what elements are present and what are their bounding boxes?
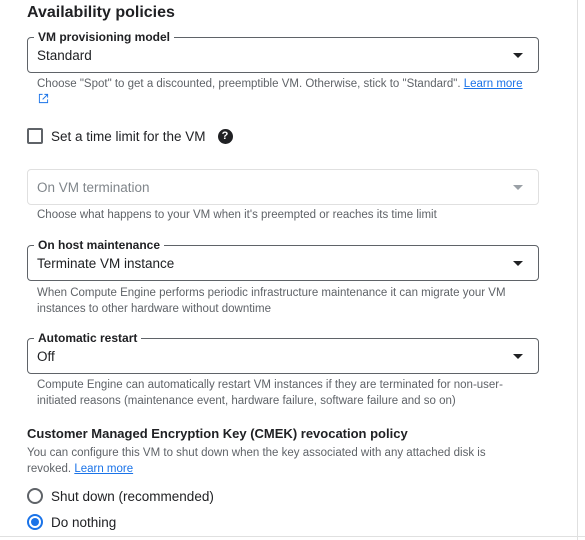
radio-shut-down[interactable]: Shut down (recommended) bbox=[27, 486, 214, 506]
radio-label: Shut down (recommended) bbox=[51, 488, 214, 504]
auto-restart-select[interactable]: Automatic restart Off bbox=[27, 330, 539, 374]
dropdown-arrow-icon bbox=[513, 354, 523, 359]
auto-restart-hint: Compute Engine can automatically restart… bbox=[37, 379, 503, 407]
termination-value: On VM termination bbox=[37, 180, 150, 195]
dropdown-arrow-icon bbox=[513, 185, 523, 190]
termination-select: On VM termination bbox=[27, 169, 539, 205]
cmek-description: You can configure this VM to shut down w… bbox=[27, 445, 527, 477]
radio-button-selected[interactable] bbox=[27, 514, 43, 530]
radio-label: Do nothing bbox=[51, 514, 117, 530]
external-link-icon bbox=[38, 93, 49, 104]
provisioning-model-select[interactable]: VM provisioning model Standard bbox=[27, 29, 539, 73]
time-limit-row: Set a time limit for the VM ? bbox=[27, 126, 233, 146]
dropdown-arrow-icon bbox=[513, 53, 523, 58]
termination-hint: Choose what happens to your VM when it's… bbox=[37, 209, 437, 221]
cmek-title: Customer Managed Encryption Key (CMEK) r… bbox=[27, 426, 408, 441]
provisioning-hint-text: Choose "Spot" to get a discounted, preem… bbox=[37, 78, 464, 90]
dropdown-arrow-icon bbox=[513, 261, 523, 266]
auto-restart-value: Off bbox=[37, 349, 55, 364]
host-maintenance-hint: When Compute Engine performs periodic in… bbox=[37, 287, 506, 315]
radio-button[interactable] bbox=[27, 488, 43, 504]
time-limit-label: Set a time limit for the VM bbox=[51, 128, 206, 144]
auto-restart-label: Automatic restart bbox=[34, 330, 142, 346]
divider bbox=[0, 536, 585, 537]
provisioning-model-value: Standard bbox=[37, 48, 92, 63]
provisioning-model-label: VM provisioning model bbox=[34, 29, 175, 45]
divider bbox=[577, 0, 578, 540]
host-maintenance-label: On host maintenance bbox=[34, 237, 165, 253]
provisioning-hint: Choose "Spot" to get a discounted, preem… bbox=[37, 76, 527, 108]
time-limit-checkbox[interactable] bbox=[27, 128, 43, 144]
host-maintenance-select[interactable]: On host maintenance Terminate VM instanc… bbox=[27, 237, 539, 281]
host-maintenance-value: Terminate VM instance bbox=[37, 256, 175, 271]
section-title: Availability policies bbox=[27, 4, 175, 21]
help-icon[interactable]: ? bbox=[217, 128, 233, 144]
radio-do-nothing[interactable]: Do nothing bbox=[27, 512, 116, 532]
cmek-learn-more-link[interactable]: Learn more bbox=[74, 463, 133, 475]
